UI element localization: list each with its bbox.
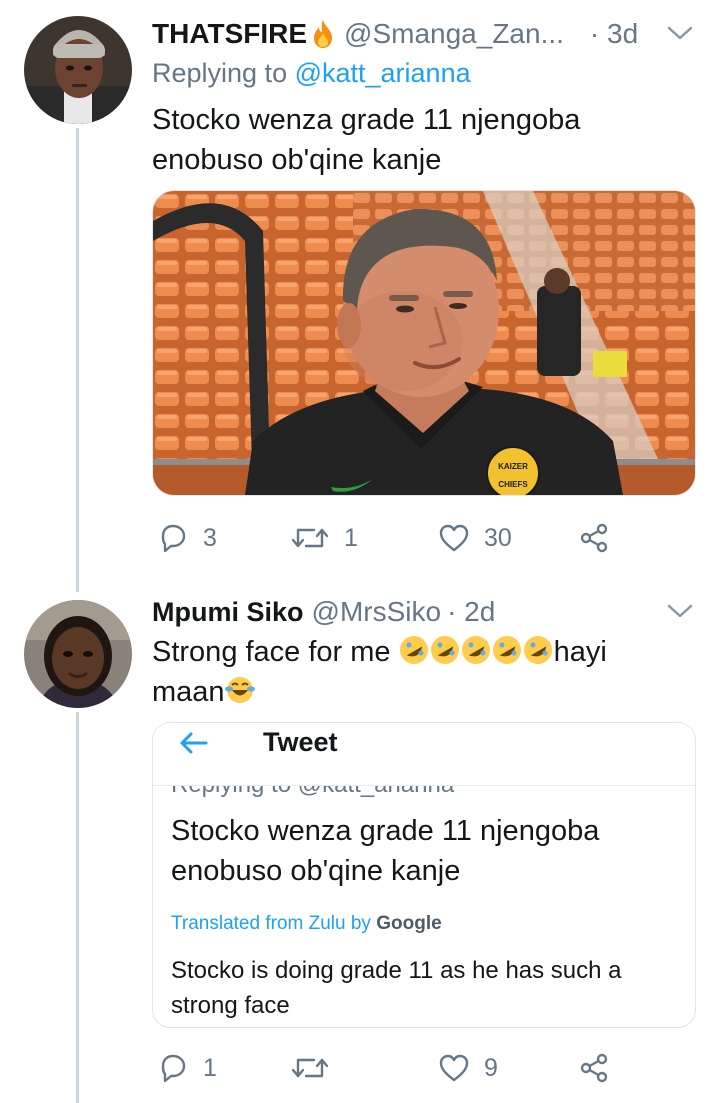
heart-icon — [439, 524, 469, 552]
rofl-emoji-icon — [461, 636, 490, 664]
retweet-icon — [291, 528, 329, 548]
tweet1-text-line1: Stocko wenza grade 11 njengoba — [152, 104, 581, 136]
heart-icon — [439, 1054, 469, 1082]
share-icon — [580, 523, 608, 553]
tweet1-replying-to: Replying to @katt_arianna — [152, 58, 471, 89]
tweet2-text-line2: maan — [152, 672, 607, 712]
card-tweet-text: Stocko wenza grade 11 njengoba enobuso o… — [171, 811, 599, 891]
tweet1-header: THATSFIRE @Smanga_Zan... · 3d — [152, 16, 638, 52]
tweet1-display-name[interactable]: THATSFIRE — [152, 18, 307, 50]
card-header-title: Tweet — [263, 727, 338, 757]
tweet2-actions: 1 9 — [152, 1048, 622, 1088]
tweet2-text-part2: hayi — [553, 636, 607, 668]
tweet2-text-part1: Strong face for me — [152, 636, 399, 668]
like-button[interactable]: 9 — [438, 1048, 498, 1088]
tweet1-actions: 3 1 30 — [152, 518, 622, 558]
reply-mention-link[interactable]: @katt_arianna — [295, 58, 471, 88]
like-count: 30 — [484, 523, 512, 552]
tweet2-header: Mpumi Siko @MrsSiko · 2d — [152, 594, 495, 630]
tweet2-handle[interactable]: @MrsSiko — [312, 596, 442, 628]
reply-button[interactable]: 3 — [157, 518, 217, 558]
reply-icon — [161, 524, 186, 553]
tweet2-display-name[interactable]: Mpumi Siko — [152, 597, 304, 628]
rofl-emoji-icon — [399, 636, 428, 664]
badge-text-top: KAIZER — [498, 462, 528, 471]
reply-icon — [161, 1054, 186, 1083]
rofl-emoji-icon — [523, 636, 552, 664]
reply-count: 1 — [203, 1053, 217, 1082]
card-translated-from: Translated from Zulu by Google — [171, 913, 442, 935]
back-arrow-icon[interactable] — [179, 731, 209, 755]
translation-line2: strong face — [171, 992, 290, 1019]
translation-line1: Stocko is doing grade 11 as he has such … — [171, 957, 622, 984]
tweet1-time[interactable]: · 3d — [590, 18, 638, 50]
google-logo-text[interactable]: Google — [376, 913, 441, 934]
retweet-button[interactable]: 1 — [290, 518, 358, 558]
tweet2-text-part3: maan — [152, 676, 225, 708]
thread-line-1 — [76, 128, 79, 592]
tweet1-handle[interactable]: @Smanga_Zan... — [344, 18, 564, 50]
replying-to-label: Replying to — [152, 58, 295, 88]
like-button[interactable]: 30 — [438, 518, 512, 558]
reply-count: 3 — [203, 523, 217, 552]
avatar-mpumi-siko[interactable] — [24, 600, 132, 708]
fire-icon — [314, 20, 333, 48]
badge-text-bottom: CHIEFS — [498, 480, 528, 489]
tweet2-text: Strong face for me hayi maan — [152, 632, 607, 712]
card-header-bar: Tweet — [153, 723, 695, 786]
tweet2-time[interactable]: · 2d — [447, 596, 495, 628]
share-button[interactable] — [578, 1048, 610, 1088]
retweet-icon — [291, 1058, 329, 1078]
card-text-line2: enobuso ob'qine kanje — [171, 855, 461, 887]
share-button[interactable] — [578, 518, 610, 558]
retweet-count: 1 — [344, 523, 358, 552]
thread-line-2 — [76, 712, 79, 1103]
tweet1-text-line2: enobuso ob'qine kanje — [152, 144, 442, 176]
rofl-emoji-icon — [492, 636, 521, 664]
reply-button[interactable]: 1 — [157, 1048, 217, 1088]
tweet1-text: Stocko wenza grade 11 njengoba enobuso o… — [152, 100, 580, 180]
card-text-line1: Stocko wenza grade 11 njengoba — [171, 815, 600, 847]
retweet-button[interactable] — [290, 1048, 344, 1088]
tweet1-photo[interactable]: KAIZER CHIEFS — [152, 190, 696, 496]
quoted-screenshot-card[interactable]: Replying to @katt_arianna Tweet Stocko w… — [152, 722, 696, 1028]
like-count: 9 — [484, 1053, 498, 1082]
avatar-thatsfire[interactable] — [24, 16, 132, 124]
tweet2-text-line1: Strong face for me hayi — [152, 632, 607, 672]
share-icon — [580, 1053, 608, 1083]
chevron-down-icon[interactable] — [667, 25, 693, 41]
translated-label: Translated from Zulu by — [171, 913, 377, 934]
rofl-emoji-icon — [430, 636, 459, 664]
chevron-down-icon[interactable] — [667, 603, 693, 619]
card-translation-text: Stocko is doing grade 11 as he has such … — [171, 953, 622, 1023]
joy-emoji-icon — [224, 677, 255, 703]
